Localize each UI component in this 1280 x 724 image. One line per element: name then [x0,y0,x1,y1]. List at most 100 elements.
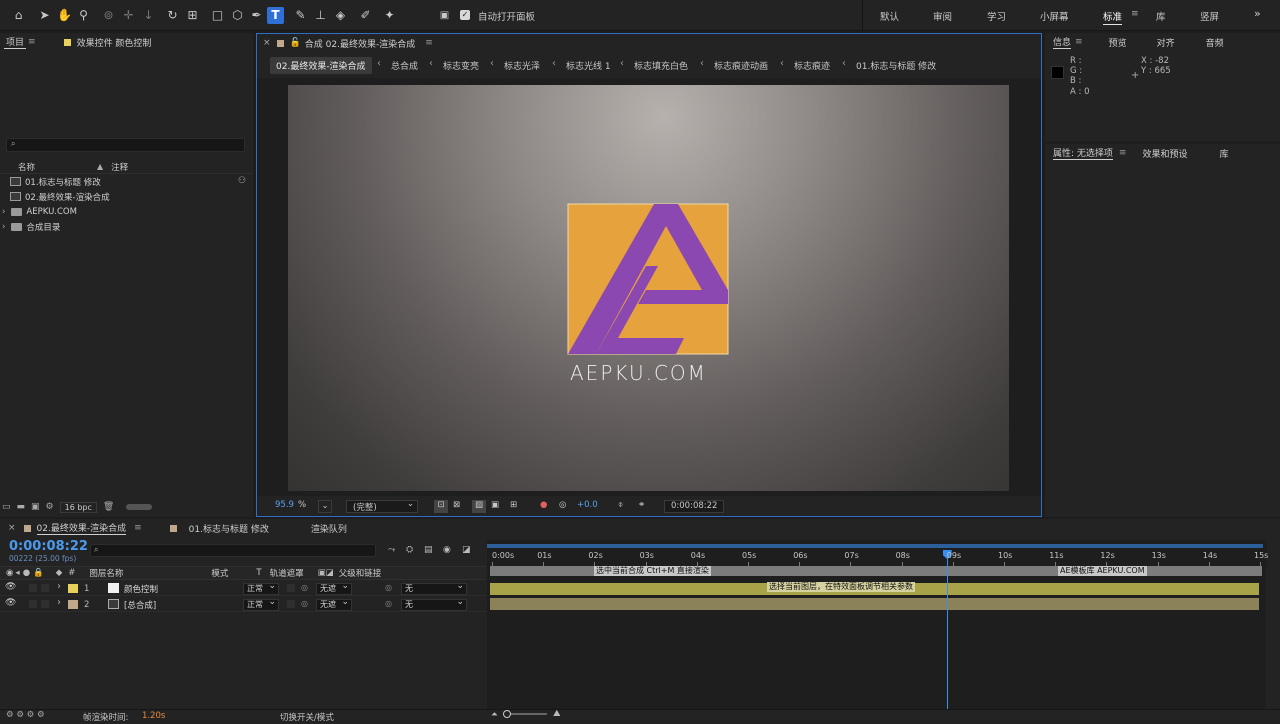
zoom-dropdown-icon[interactable]: ⌄ [318,500,332,513]
expand-chevron-icon[interactable]: › [2,222,5,232]
region-of-interest-icon[interactable]: ▣ [491,500,499,513]
more-workspaces-icon[interactable]: » [1254,7,1261,20]
flowchart-icon[interactable]: ⚇ [238,176,246,186]
col-name-header[interactable]: 名称 [18,161,35,173]
brush-tool-icon[interactable]: ✎ [292,7,309,24]
toggle-switches-modes[interactable]: 切换开关/模式 [280,711,334,723]
workspace-learn[interactable]: 学习 [987,9,1006,23]
bpc-button[interactable]: 16 bpc [59,501,97,513]
transparency-grid-icon[interactable]: ⊠ [453,500,460,513]
workspace-menu-icon[interactable]: ≡ [1131,9,1139,19]
comp-marker-label[interactable]: AE模板库 AEPKU.COM [1058,566,1147,576]
label-column-icon[interactable]: ◆ [56,568,63,578]
workspace-vertical[interactable]: 竖屏 [1200,9,1219,23]
breadcrumb-item[interactable]: 标志光线 1 [566,59,611,72]
effects-controls-tab[interactable]: 效果控件 颜色控制 [63,36,151,49]
rotate-tool-icon[interactable]: ↻ [164,7,181,24]
home-icon[interactable]: ⌂ [10,7,27,24]
col-comment-header[interactable]: 注释 [111,161,128,173]
workspace-review[interactable]: 审阅 [933,9,952,23]
trash-icon[interactable]: 🗑 [103,502,114,512]
pan-camera-icon[interactable]: ✛ [120,7,137,24]
align-tab[interactable]: 对齐 [1157,36,1175,49]
frame-blending-icon[interactable]: ◉ [443,545,451,555]
breadcrumb-item[interactable]: 标志痕迹动画 [714,59,768,72]
lock-toggle-icon[interactable]: 🔒 [33,568,44,578]
interpret-footage-icon[interactable]: ▭ [2,502,11,512]
viewer-timecode[interactable]: 0:00:08:22 [664,500,725,513]
layer-label-swatch[interactable] [68,584,78,593]
parent-dropdown[interactable]: 无 [401,581,467,595]
pen-tool-icon[interactable]: ✒ [248,7,265,24]
new-comp-icon[interactable]: ▣ [31,502,40,512]
project-item[interactable]: 02.最终效果-渲染合成 [0,189,240,204]
solo-box[interactable] [29,600,37,608]
breadcrumb-item[interactable]: 总合成 [391,59,418,72]
show-snapshot-icon[interactable]: ⚭ [638,500,645,513]
solo-box[interactable] [29,584,37,592]
pick-whip-icon[interactable]: ◎ [385,599,392,608]
layer-name[interactable]: 颜色控制 [124,583,158,595]
project-tab[interactable]: 项目 [4,35,27,49]
zoom-out-icon[interactable]: ⏶ [491,710,498,720]
audio-toggle-icon[interactable]: ◂ [15,568,19,578]
comp-tab-label[interactable]: 合成 02.最终效果-渲染合成 [305,37,415,50]
project-menu-icon[interactable]: ≡ [28,37,36,47]
work-area-bar[interactable] [487,544,1263,548]
roto-brush-tool-icon[interactable]: ✐ [357,7,374,24]
workspace-default[interactable]: 默认 [880,9,899,23]
3d-shape-tool-icon[interactable]: ⬡ [229,7,246,24]
breadcrumb-item[interactable]: 标志变亮 [443,59,479,72]
mask-visibility-icon[interactable]: ▧ [472,500,486,513]
solo-toggle-icon[interactable]: ● [23,568,30,578]
graph-editor-icon[interactable]: ◪ [462,545,471,555]
new-folder-icon[interactable]: ▬ [17,502,26,512]
rectangle-tool-icon[interactable]: □ [209,7,226,24]
orbit-camera-icon[interactable]: ⊚ [100,7,117,24]
playhead-line[interactable] [946,550,948,710]
preserve-transparency-box[interactable] [287,584,295,592]
zoom-slider-knob[interactable] [503,710,511,718]
render-settings-icon[interactable]: ⚙ ⚙ ⚙ ⚙ [6,710,45,720]
expand-chevron-icon[interactable]: › [2,207,5,217]
comp-viewer[interactable]: AEPKU.COM [257,78,1041,496]
breadcrumb-item[interactable]: 标志光泽 [504,59,540,72]
timeline-scrollbar[interactable] [1266,566,1280,710]
project-search-input[interactable]: ⌕ [6,138,245,152]
anchor-point-tool-icon[interactable]: ⊞ [184,7,201,24]
workspace-small-screen[interactable]: 小屏幕 [1040,9,1069,23]
layer-name-header[interactable]: 图层名称 [89,567,123,579]
eye-icon[interactable]: 👁 [5,598,16,608]
fast-preview-icon[interactable]: ⊡ [434,500,448,513]
timeline-timecode[interactable]: 0:00:08:22 [9,539,88,554]
close-tab-icon[interactable]: × [263,38,271,48]
zoom-in-icon[interactable]: ⛰ [553,709,561,719]
workspace-libraries[interactable]: 库 [1156,9,1166,23]
zoom-tool-icon[interactable]: ⚲ [75,7,92,24]
preserve-transparency-box[interactable] [287,600,295,608]
project-item[interactable]: 01.标志与标题 修改 [0,174,240,189]
thumbnail-slider[interactable] [126,504,153,510]
properties-tab[interactable]: 属性: 无选择项 [1053,146,1113,160]
breadcrumb-item[interactable]: 标志填充白色 [634,59,688,72]
layer-name[interactable]: [总合成] [124,599,156,611]
timeline-zoom-slider[interactable] [505,713,547,715]
layer-row[interactable]: 👁 › 2 [总合成] 正常 ◎ 无遮 ◎ 无 [0,597,486,612]
workspace-standard[interactable]: 标准 [1103,9,1123,25]
snapshot-icon[interactable]: ⌽ [618,500,623,513]
timeline-search-input[interactable]: ⌕ [90,544,376,557]
comp-menu-icon[interactable]: ≡ [425,38,433,48]
info-tab[interactable]: 信息 [1053,35,1072,49]
timeline-tab-active[interactable]: 02.最终效果-渲染合成 [36,521,127,535]
pick-whip-icon[interactable]: ◎ [385,583,392,592]
draft-3d-icon[interactable]: ⛭ [406,545,413,555]
parent-header[interactable]: 父级和链接 [339,567,382,579]
layer-row[interactable]: 👁 › 1 颜色控制 正常 ◎ 无遮 ◎ 无 [0,581,486,596]
audio-tab[interactable]: 音频 [1206,36,1224,49]
info-menu-icon[interactable]: ≡ [1075,37,1083,47]
layer-marker-label[interactable]: 选择当前图层，在特效面板调节相关参数 [767,582,915,592]
track-matte-header[interactable]: 轨道遮罩 [270,567,304,579]
selection-tool-icon[interactable]: ➤ [36,7,53,24]
type-tool-icon[interactable]: T [267,7,284,24]
parent-dropdown[interactable]: 无 [401,597,467,611]
